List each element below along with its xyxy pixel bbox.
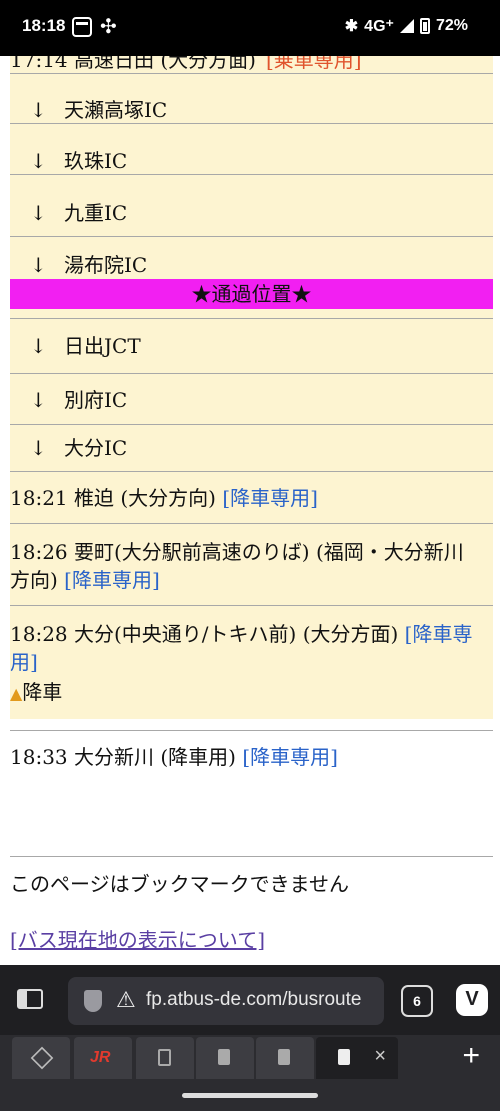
pass-stop-row: ↓ 湯布院IC — [10, 237, 493, 279]
new-tab-button[interactable]: + — [462, 1039, 480, 1073]
panel-toggle-icon[interactable] — [17, 989, 43, 1009]
battery-icon — [419, 18, 430, 34]
jr-logo-icon: JR — [90, 1049, 111, 1066]
pass-stop-name: 九重IC — [64, 201, 128, 225]
tab-document[interactable] — [196, 1037, 254, 1079]
stop-text: 18:21 椎迫 (大分方向) — [10, 486, 223, 510]
down-arrow-icon: ↓ — [30, 253, 47, 277]
web-page: 17:14 高速日田 (大分方面) [乗車専用] ↓ 天瀬高塚IC ↓ 玖珠IC… — [0, 56, 500, 965]
network-type: 4G⁺ — [364, 18, 394, 35]
pass-stop-name: 日出JCT — [64, 334, 141, 358]
document-icon — [158, 1049, 171, 1066]
vivaldi-menu-icon[interactable]: V — [456, 984, 488, 1016]
stop-text-cont: 方向) — [10, 568, 65, 592]
tab-switcher-button[interactable]: 6 — [401, 985, 433, 1017]
fan-notification-icon: ✣ — [100, 16, 117, 38]
alight-label: 降車 — [22, 680, 63, 704]
stop-row-kanamachi: 18:26 要町(大分駅前高速のりば) (福岡・大分新川 方向) [降車専用] — [10, 524, 493, 606]
down-arrow-icon: ↓ — [30, 334, 47, 358]
stop-text: 18:33 大分新川 (降車用) — [10, 745, 243, 769]
down-arrow-icon: ↓ — [30, 149, 47, 173]
status-bar: 18:18 ✣ ✱ 4G⁺ 72% — [0, 0, 500, 56]
stop-text: 17:14 高速日田 (大分方面) — [10, 56, 256, 72]
document-icon — [218, 1049, 230, 1065]
down-arrow-icon: ↓ — [30, 436, 47, 460]
stop-row-shiibasako: 18:21 椎迫 (大分方向) [降車専用] — [10, 472, 493, 524]
pass-stop-name: 天瀬高塚IC — [64, 98, 168, 122]
pass-stop-row: ↓ 九重IC — [10, 175, 493, 237]
clock: 18:18 — [22, 16, 66, 35]
down-arrow-icon: ↓ — [30, 98, 47, 122]
close-tab-icon[interactable]: × — [374, 1045, 386, 1068]
pass-stop-row: ↓ 天瀬高塚IC — [10, 74, 493, 124]
document-icon — [278, 1049, 290, 1065]
tab-strip: JR × + — [0, 1035, 500, 1081]
stop-row-takahashi-hita: 17:14 高速日田 (大分方面) [乗車専用] — [10, 56, 493, 74]
alighting-only-link[interactable]: [降車専用] — [222, 486, 318, 510]
bluetooth-icon: ✱ — [344, 18, 359, 35]
pass-stop-name: 別府IC — [64, 388, 128, 412]
pass-stop-row: ↓ 日出JCT — [10, 319, 493, 374]
pass-stop-name: 湯布院IC — [64, 253, 148, 277]
divider — [10, 309, 493, 319]
warning-icon[interactable]: ⚠ — [116, 987, 136, 1013]
url-text[interactable]: fp.atbus-de.com/busroute — [146, 989, 376, 1011]
home-gesture-handle[interactable] — [182, 1093, 318, 1098]
alighting-only-link[interactable]: [降車専用] — [64, 568, 160, 592]
pass-stop-row: ↓ 玖珠IC — [10, 124, 493, 175]
stop-row-oita-shinkawa: 18:33 大分新川 (降車用) [降車専用] — [10, 743, 493, 771]
pass-stop-row: ↓ 別府IC — [10, 374, 493, 425]
alighting-only-link[interactable]: [降車専 — [405, 622, 473, 646]
stop-text: 18:26 要町(大分駅前高速のりば) (福岡・大分新川 — [10, 540, 464, 564]
browser-toolbar: ⚠ fp.atbus-de.com/busroute 6 V — [0, 965, 500, 1035]
pass-stop-name: 大分IC — [64, 436, 128, 460]
divider — [10, 730, 493, 731]
system-nav-bar — [0, 1081, 500, 1111]
down-arrow-icon: ↓ — [30, 388, 47, 412]
stop-text: 18:28 大分(中央通り/トキハ前) (大分方面) — [10, 622, 405, 646]
notification-card-icon — [72, 17, 92, 37]
stop-row-oita-chuo: 18:28 大分(中央通り/トキハ前) (大分方面) [降車専 用] ▲降車 — [10, 606, 493, 719]
divider — [10, 856, 493, 857]
current-position-marker: ★通過位置★ — [10, 279, 493, 309]
status-indicators: ✱ 4G⁺ 72% — [345, 16, 468, 36]
alighting-only-link-cont[interactable]: 用] — [10, 650, 38, 674]
tab-active[interactable]: × — [316, 1037, 398, 1079]
signal-icon — [399, 19, 414, 33]
bookmark-notice: このページはブックマークできません — [10, 872, 349, 896]
tab-document[interactable] — [256, 1037, 314, 1079]
alight-triangle-icon: ▲ — [10, 684, 23, 703]
alighting-only-link[interactable]: [降車専用] — [242, 745, 338, 769]
pass-stop-row: ↓ 大分IC — [10, 425, 493, 472]
shield-icon[interactable] — [84, 990, 102, 1012]
tab-jr[interactable]: JR — [74, 1037, 132, 1079]
address-bar[interactable]: ⚠ fp.atbus-de.com/busroute — [68, 977, 384, 1025]
boarding-only-link[interactable]: [乗車専用] — [266, 56, 362, 74]
footer-link-wrap: [バス現在地の表示について] — [10, 926, 493, 954]
cube-icon — [30, 1046, 54, 1070]
tab-document[interactable] — [136, 1037, 194, 1079]
document-icon — [338, 1049, 350, 1065]
bus-location-info-link[interactable]: [バス現在地の表示について] — [10, 928, 265, 952]
pass-stop-name: 玖珠IC — [64, 149, 128, 173]
tab-cube[interactable] — [12, 1037, 70, 1079]
battery-percent: 72% — [435, 17, 468, 34]
down-arrow-icon: ↓ — [30, 201, 47, 225]
